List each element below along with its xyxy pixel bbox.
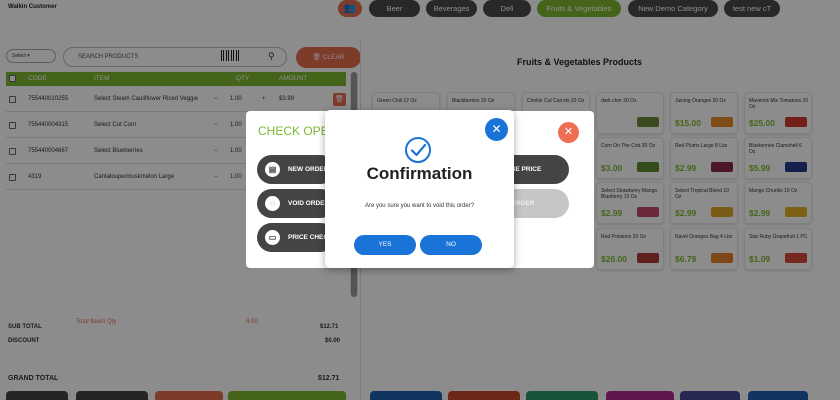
check-operations-title: CHECK OPE (258, 124, 329, 138)
confirmation-title: Confirmation (366, 164, 473, 183)
void-icon: ◌ (265, 196, 280, 211)
new-order-button[interactable]: ▤ NEW ORDER (257, 155, 335, 184)
confirmation-close-icon[interactable]: ✕ (485, 118, 508, 141)
confirmation-message: Are you sure you want to void this order… (364, 203, 475, 209)
price-check-button[interactable]: ▭ PRICE CHECK (257, 223, 335, 252)
yes-button[interactable]: YES (354, 235, 416, 255)
document-icon: ▤ (265, 162, 280, 177)
close-icon[interactable]: ✕ (558, 122, 579, 143)
void-order-button[interactable]: ◌ VOID ORDER (257, 189, 335, 218)
no-button[interactable]: NO (420, 235, 482, 255)
price-tag-icon: ▭ (265, 230, 280, 245)
check-circle-icon (405, 137, 431, 163)
